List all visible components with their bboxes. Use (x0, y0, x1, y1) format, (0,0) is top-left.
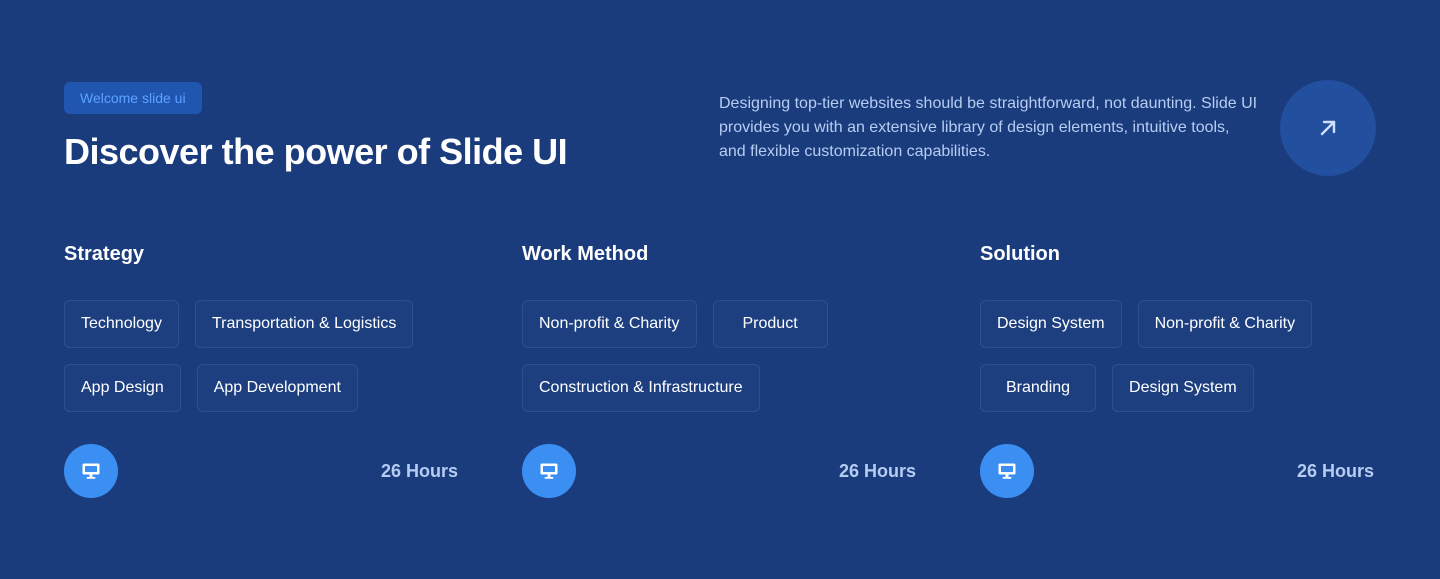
column-footer: 26 Hours (980, 444, 1374, 498)
duration-label: 26 Hours (838, 461, 916, 481)
tag-chip[interactable]: App Development (196, 364, 358, 412)
column-title: Work Method (522, 243, 649, 265)
tag-chip[interactable]: Construction & Infrastructure (522, 364, 760, 412)
monitor-button[interactable] (522, 444, 576, 498)
column-footer: 26 Hours (64, 444, 458, 498)
monitor-icon (82, 463, 100, 479)
monitor-icon (540, 463, 558, 479)
tag-list: Technology Transportation & Logistics Ap… (64, 300, 458, 412)
monitor-button[interactable] (980, 444, 1034, 498)
page: Welcome slide ui Discover the power of S… (0, 0, 1440, 579)
monitor-button[interactable] (64, 444, 118, 498)
arrow-button[interactable] (1280, 80, 1376, 176)
tag-chip[interactable]: Technology (64, 300, 179, 348)
tag-chip[interactable]: Transportation & Logistics (194, 300, 414, 348)
column-work-method: Work Method Non-profit & Charity Product… (522, 240, 916, 498)
column-solution: Solution Design System Non-profit & Char… (980, 240, 1374, 498)
welcome-badge: Welcome slide ui (64, 82, 202, 114)
page-title: Discover the power of Slide UI (64, 131, 568, 172)
tag-chip[interactable]: App Design (64, 364, 181, 412)
monitor-icon (998, 463, 1016, 479)
arrow-up-right-icon (1320, 120, 1336, 136)
intro-text: Designing top-tier websites should be st… (719, 95, 1258, 160)
tag-chip[interactable]: Design System (980, 300, 1122, 348)
column-footer: 26 Hours (522, 444, 916, 498)
tag-chip[interactable]: Product (712, 300, 828, 348)
tag-list: Non-profit & Charity Product Constructio… (522, 300, 916, 412)
tag-chip[interactable]: Branding (980, 364, 1097, 412)
column-title: Strategy (64, 243, 145, 265)
tag-chip[interactable]: Non-profit & Charity (1137, 300, 1313, 348)
tag-chip[interactable]: Non-profit & Charity (522, 300, 697, 348)
tag-chip[interactable]: Design System (1112, 364, 1254, 412)
duration-label: 26 Hours (1296, 461, 1374, 481)
column-strategy: Strategy Technology Transportation & Log… (64, 240, 458, 498)
duration-label: 26 Hours (380, 461, 458, 481)
column-title: Solution (980, 243, 1060, 265)
tag-list: Design System Non-profit & Charity Brand… (980, 300, 1374, 412)
